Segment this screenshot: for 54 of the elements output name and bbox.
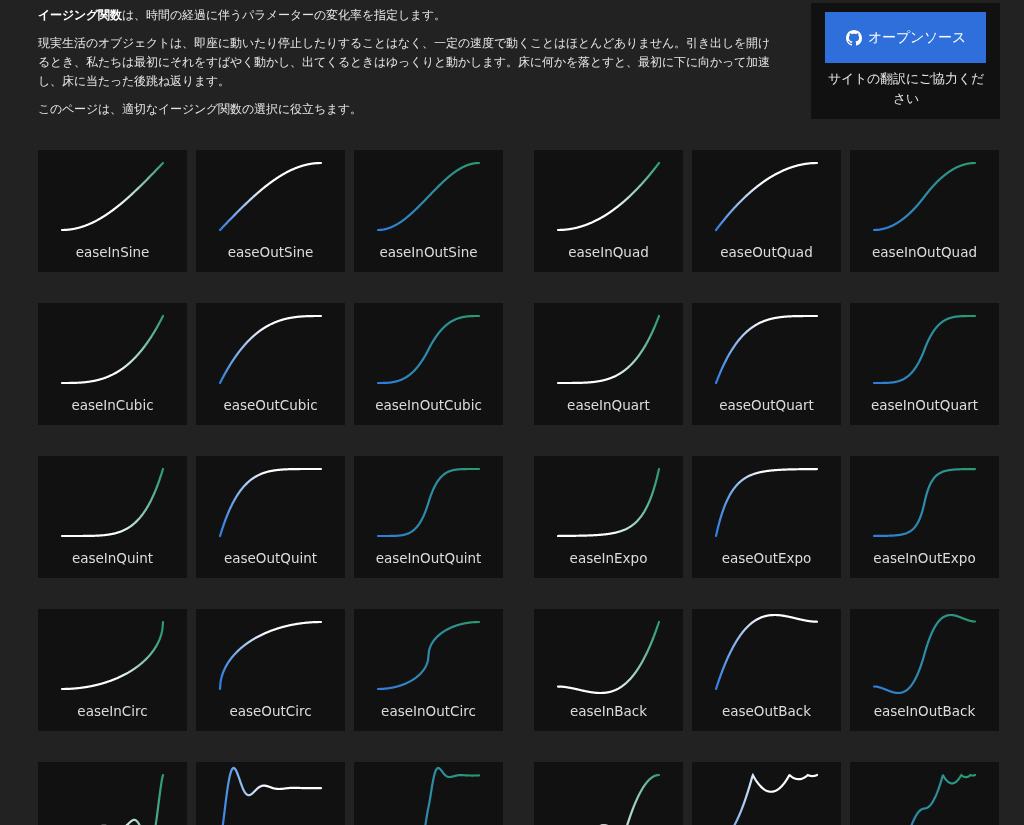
easing-name: easeInOutCirc xyxy=(381,703,476,719)
intro-paragraph: 現実生活のオブジェクトは、即座に動いたり停止したりすることはなく、一定の速度で動くことはほとんどありません。引き出しを開けるとき、私たちは最初にそれをすばやく動かし、出てくるときはゆっくりと動かします。床に何かを落とすと、最初に下に向かって加速し、床に当たった後跳ね返ります。 xyxy=(38,35,771,90)
easing-card[interactable]: easeOutExpo xyxy=(692,456,841,578)
github-icon xyxy=(845,29,862,46)
easing-card[interactable]: easeInCubic xyxy=(38,303,187,425)
easing-name: easeOutExpo xyxy=(721,550,812,566)
easing-name: easeInQuad xyxy=(568,244,649,260)
easing-card[interactable]: easeInOutQuart xyxy=(850,303,999,425)
easing-name: easeOutSine xyxy=(227,244,314,260)
easing-name: easeOutQuart xyxy=(719,397,814,413)
easing-card[interactable]: easeOutCubic xyxy=(196,303,345,425)
open-source-button[interactable]: オープンソース xyxy=(825,12,986,63)
easing-name: easeInOutQuad xyxy=(872,244,977,260)
easing-card[interactable]: easeInOutCirc xyxy=(354,609,503,731)
easing-card[interactable]: easeInExpo xyxy=(534,456,683,578)
easing-name: easeInQuart xyxy=(567,397,650,413)
easing-card[interactable]: easeInOutSine xyxy=(354,150,503,272)
easing-name: easeInCubic xyxy=(71,397,154,413)
easing-card[interactable]: easeOutSine xyxy=(196,150,345,272)
easing-card[interactable]: easeInOutCubic xyxy=(354,303,503,425)
easing-name: easeInSine xyxy=(75,244,150,260)
easing-name: easeOutQuad xyxy=(720,244,813,260)
easing-name: easeOutBack xyxy=(721,703,812,719)
easing-name: easeInQuint xyxy=(71,550,154,566)
easing-name: easeOutCubic xyxy=(223,397,318,413)
easing-card[interactable]: easeOutCirc xyxy=(196,609,345,731)
easing-name: easeInOutExpo xyxy=(873,550,976,566)
easing-card[interactable]: easeInCirc xyxy=(38,609,187,731)
easing-name: easeInBack xyxy=(569,703,648,719)
easing-card[interactable]: easeInOutBack xyxy=(850,609,999,731)
easing-name: easeOutCirc xyxy=(229,703,312,719)
translate-note: サイトの翻訳にご協力ください xyxy=(826,70,985,108)
easing-card[interactable]: easeOutBack xyxy=(692,609,841,731)
easing-name: easeInOutCubic xyxy=(375,397,482,413)
easing-name: easeInOutSine xyxy=(379,244,478,260)
easing-card[interactable]: easeInQuint xyxy=(38,456,187,578)
easing-card[interactable]: easeOutQuint xyxy=(196,456,345,578)
intro-paragraph: このページは、適切なイージング関数の選択に役立ちます。 xyxy=(38,101,363,118)
easing-name: easeInOutBack xyxy=(873,703,976,719)
easing-card[interactable]: easeInBack xyxy=(534,609,683,731)
easing-name: easeInCirc xyxy=(77,703,148,719)
easing-card[interactable]: easeInOutQuint xyxy=(354,456,503,578)
easing-card[interactable]: easeOutQuad xyxy=(692,150,841,272)
easing-name: easeInExpo xyxy=(569,550,648,566)
easing-card[interactable]: easeInOutExpo xyxy=(850,456,999,578)
easing-card[interactable]: easeOutQuart xyxy=(692,303,841,425)
easing-card[interactable]: easeInQuad xyxy=(534,150,683,272)
easing-name: easeInOutQuart xyxy=(870,397,979,413)
easing-card[interactable]: easeInOutQuad xyxy=(850,150,999,272)
easing-card[interactable]: easeInQuart xyxy=(534,303,683,425)
easing-card[interactable]: easeInSine xyxy=(38,150,187,272)
easing-name: easeOutQuint xyxy=(223,550,318,566)
easing-name: easeInOutQuint xyxy=(375,550,482,566)
intro-paragraph: イージング関数は、時間の経過に伴うパラメーターの変化率を指定します。 xyxy=(38,7,447,24)
